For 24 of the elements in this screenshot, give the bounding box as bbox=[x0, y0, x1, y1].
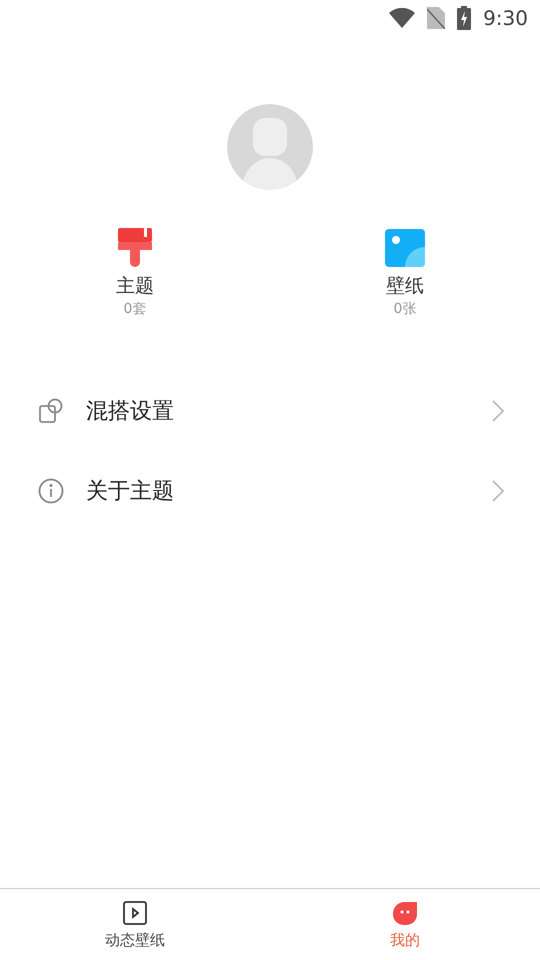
chevron-right-icon bbox=[492, 480, 504, 502]
overlapping-shapes-icon bbox=[38, 398, 64, 424]
menu-label: 混搭设置 bbox=[86, 398, 175, 426]
play-icon bbox=[123, 901, 147, 925]
menu-item[interactable]: 混搭设置 bbox=[0, 371, 540, 451]
no-sim-icon bbox=[427, 7, 446, 29]
stat-label[interactable]: 主题 bbox=[116, 273, 154, 299]
nav-tab[interactable]: 动态壁纸 bbox=[0, 889, 270, 960]
stat-count: 0张 bbox=[394, 300, 416, 319]
stat-count: 0套 bbox=[124, 300, 146, 319]
paintbrush-icon bbox=[117, 228, 153, 268]
battery-charging-icon bbox=[457, 6, 472, 30]
stat-label[interactable]: 壁纸 bbox=[386, 273, 424, 299]
avatar-icon[interactable] bbox=[227, 104, 313, 190]
image-icon bbox=[385, 229, 425, 267]
info-icon bbox=[38, 478, 64, 504]
tab-label: 动态壁纸 bbox=[105, 930, 165, 951]
wifi-icon bbox=[389, 8, 416, 28]
menu-item[interactable]: 关于主题 bbox=[0, 451, 540, 531]
status-time: 9:30 bbox=[483, 5, 528, 32]
menu-label: 关于主题 bbox=[86, 478, 175, 506]
mascot-icon bbox=[392, 901, 418, 925]
tab-label: 我的 bbox=[390, 930, 420, 951]
chevron-right-icon bbox=[492, 400, 504, 422]
